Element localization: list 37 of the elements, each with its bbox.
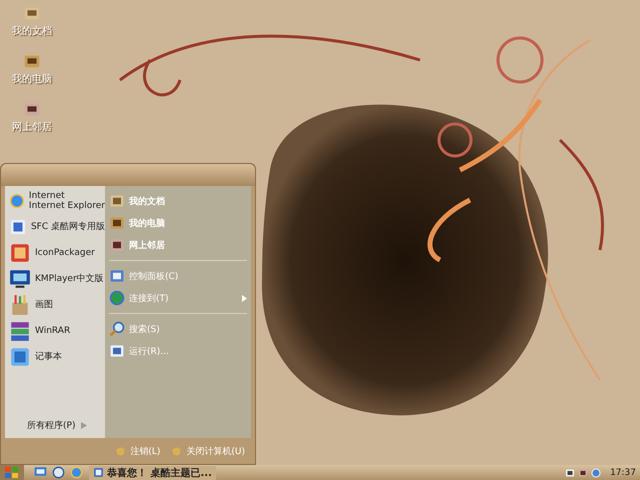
desktop-icon[interactable]	[34, 466, 47, 479]
start-button[interactable]	[0, 465, 24, 480]
search-icon	[109, 321, 125, 337]
monitor-icon	[9, 268, 31, 290]
shutdown-button[interactable]: 关闭计算机(U)	[172, 444, 245, 458]
menu-item[interactable]: 我的电脑	[109, 214, 247, 232]
dot-icon	[116, 446, 126, 456]
program-item[interactable]: WinRAR	[9, 320, 105, 342]
globe-icon	[109, 290, 125, 306]
arrow-icon	[81, 422, 88, 429]
window-icon	[93, 467, 104, 478]
menu-item[interactable]: 运行(R)...	[109, 342, 247, 360]
menu-item[interactable]: 搜索(S)	[109, 320, 247, 338]
program-item[interactable]: 画图	[9, 294, 105, 316]
package-icon	[9, 242, 31, 264]
submenu-arrow-icon	[242, 294, 247, 302]
program-item[interactable]: SFC 桌酷网专用版	[9, 216, 105, 238]
menu-item[interactable]: 控制面板(C)	[109, 267, 247, 285]
logoff-button[interactable]: 注销(L)	[116, 444, 160, 458]
taskbar-button[interactable]: 恭喜您！ 桌酷主题已...	[89, 466, 216, 480]
menu-item[interactable]: 我的文档	[109, 192, 247, 210]
program-item[interactable]: IconPackager	[9, 242, 105, 264]
windows-logo-icon	[5, 466, 19, 478]
desktop-icon-label[interactable]: 我的电脑	[12, 72, 52, 86]
media-icon[interactable]	[52, 466, 65, 479]
all-programs-button[interactable]: 所有程序(P)	[9, 419, 105, 432]
desktop-icon-label[interactable]: 我的文档	[12, 24, 52, 38]
program-item[interactable]: Internet Internet Explorer	[9, 190, 105, 212]
menu-item[interactable]: 网上邻居	[109, 236, 247, 254]
dot-icon	[172, 446, 182, 456]
notepad-icon	[9, 346, 31, 368]
clock: 17:37	[610, 468, 636, 478]
desktop-icon-label[interactable]: 网上邻居	[12, 120, 52, 134]
program-item[interactable]: KMPlayer中文版	[9, 268, 105, 290]
program-item[interactable]: 记事本	[9, 346, 105, 368]
books-icon	[9, 320, 31, 342]
menu-item[interactable]: 连接到(T)	[109, 289, 247, 307]
